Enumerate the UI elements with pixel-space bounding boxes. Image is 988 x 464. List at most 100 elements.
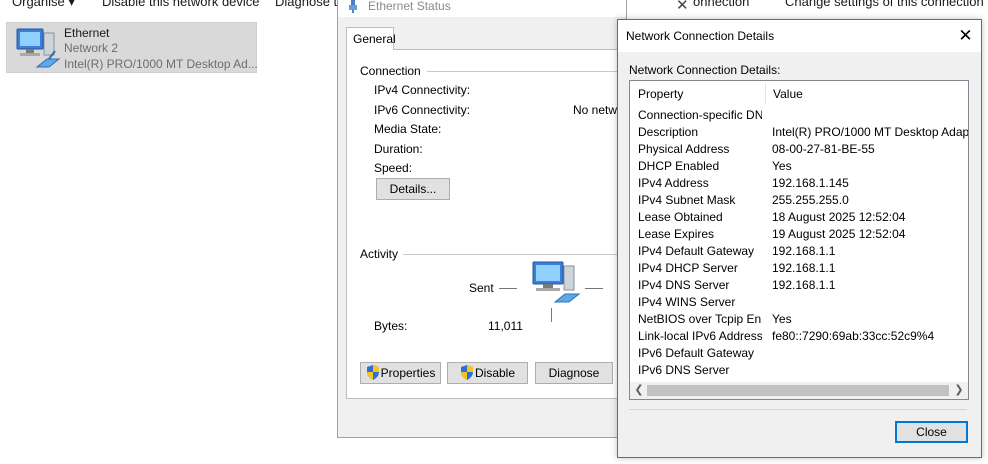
group-divider [427, 71, 627, 72]
property-cell: IPv4 DHCP Server [638, 261, 738, 275]
column-header-value[interactable]: Value [773, 87, 803, 101]
ipv6-connectivity-label: IPv6 Connectivity: [374, 103, 471, 117]
disable-label: Disable [474, 366, 516, 380]
media-state-label: Media State: [374, 122, 442, 136]
value-cell: 192.168.1.145 [772, 176, 849, 190]
property-cell: DHCP Enabled [638, 159, 720, 173]
property-cell: IPv4 Subnet Mask [638, 193, 736, 207]
connection-network: Network 2 [64, 41, 119, 55]
network-plug-icon [349, 0, 357, 13]
rename-connection-button[interactable]: onnection [693, 0, 749, 9]
network-connection-details-dialog: Network Connection Details ✕ Network Con… [617, 19, 982, 458]
speed-label: Speed: [374, 161, 413, 175]
ethernet-connection-item[interactable]: Ethernet Network 2 Intel(R) PRO/1000 MT … [6, 22, 258, 73]
diagnose-button[interactable]: Diagnose [535, 362, 613, 384]
column-header-property[interactable]: Property [638, 87, 683, 101]
property-cell: IPv4 Address [638, 176, 709, 190]
bytes-sent-value: 11,011 [488, 319, 523, 333]
value-cell: Yes [772, 159, 792, 173]
properties-button[interactable]: Properties [360, 362, 441, 384]
details-divider [629, 409, 967, 410]
activity-group-label: Activity [360, 247, 399, 261]
organise-menu[interactable]: Organise ▾ [12, 0, 75, 10]
value-cell: 255.255.255.0 [772, 193, 849, 207]
list-rows: Connection-specific DN... Description Inte… [630, 107, 968, 379]
property-cell: Description [638, 125, 699, 139]
property-cell: IPv6 DNS Server [638, 363, 730, 377]
activity-line [551, 308, 552, 322]
details-list[interactable]: Property Value Connection-specific DN...… [629, 80, 969, 400]
properties-label: Properties [380, 366, 436, 380]
list-item[interactable]: IPv4 DHCP Server 192.168.1.1 [630, 260, 968, 277]
property-cell: IPv4 Default Gateway [638, 244, 755, 258]
column-divider[interactable] [765, 83, 766, 104]
value-cell: 08-00-27-81-BE-55 [772, 142, 875, 156]
computer-activity-icon [532, 261, 581, 303]
connection-name: Ethernet [64, 26, 110, 40]
group-divider [403, 254, 627, 255]
sent-dash [499, 288, 517, 289]
diagnose-connection-button[interactable]: Diagnose th [275, 0, 344, 9]
list-item[interactable]: IPv6 DNS Server [630, 362, 968, 379]
list-item[interactable]: Connection-specific DN... [630, 107, 968, 124]
value-cell: 192.168.1.1 [772, 261, 836, 275]
list-item[interactable]: Description Intel(R) PRO/1000 MT Desktop … [630, 124, 968, 141]
close-button[interactable]: Close [895, 421, 968, 443]
chevron-right-icon[interactable]: ❯ [952, 383, 966, 398]
ethernet-status-dialog: Ethernet Status ✕ General Connection IPv… [337, 0, 689, 438]
property-cell: IPv4 DNS Server [638, 278, 730, 292]
list-item[interactable]: Link-local IPv6 Address fe80::7290:69ab:3… [630, 328, 968, 345]
property-cell: IPv6 Default Gateway [638, 346, 755, 360]
scrollbar-thumb[interactable] [647, 385, 949, 396]
close-icon[interactable]: ✕ [676, 0, 689, 14]
disable-device-button[interactable]: Disable this network device [102, 0, 260, 9]
change-settings-button[interactable]: Change settings of this connection [785, 0, 984, 9]
value-cell: 192.168.1.1 [772, 278, 836, 292]
details-title: Network Connection Details [626, 29, 775, 43]
property-cell: Link-local IPv6 Address [638, 329, 762, 343]
ipv4-connectivity-label: IPv4 Connectivity: [374, 83, 471, 97]
value-cell: 18 August 2025 12:52:04 [772, 210, 906, 224]
sent-label: Sent [469, 281, 494, 295]
value-cell: 19 August 2025 12:52:04 [772, 227, 906, 241]
value-cell: fe80::7290:69ab:33cc:52c9%4 [772, 329, 935, 343]
bytes-label: Bytes: [374, 319, 408, 333]
property-cell: IPv4 WINS Server [638, 295, 736, 309]
chevron-left-icon[interactable]: ❮ [632, 383, 646, 398]
list-item[interactable]: IPv4 WINS Server [630, 294, 968, 311]
list-item[interactable]: Lease Obtained 18 August 2025 12:52:04 [630, 209, 968, 226]
general-tab-panel: Connection IPv4 Connectivity: IPv6 Conne… [346, 49, 627, 399]
property-cell: Lease Expires [638, 227, 715, 241]
list-item[interactable]: IPv4 Default Gateway 192.168.1.1 [630, 243, 968, 260]
list-header: Property Value [630, 81, 968, 106]
close-icon[interactable]: ✕ [949, 20, 982, 52]
property-cell: Lease Obtained [638, 210, 723, 224]
list-item[interactable]: Lease Expires 19 August 2025 12:52:04 [630, 226, 968, 243]
details-button[interactable]: Details... [376, 178, 450, 200]
value-cell: Yes [772, 312, 792, 326]
duration-label: Duration: [374, 142, 423, 156]
list-item[interactable]: IPv4 Address 192.168.1.145 [630, 175, 968, 192]
tab-general[interactable]: General [346, 27, 396, 50]
uac-shield-icon [366, 365, 379, 380]
property-cell: NetBIOS over Tcpip En... [638, 312, 762, 326]
connection-group-label: Connection [360, 64, 421, 78]
status-titlebar[interactable]: Ethernet Status ✕ [338, 0, 689, 17]
connection-adapter: Intel(R) PRO/1000 MT Desktop Ad... [64, 57, 258, 71]
list-item[interactable]: IPv6 Default Gateway [630, 345, 968, 362]
value-cell: Intel(R) PRO/1000 MT Desktop Adapter [772, 125, 969, 139]
status-title: Ethernet Status [368, 0, 451, 13]
disable-button[interactable]: Disable [447, 362, 528, 384]
details-titlebar[interactable]: Network Connection Details ✕ [618, 20, 981, 52]
list-item[interactable]: DHCP Enabled Yes [630, 158, 968, 175]
tab-strip: General [344, 25, 622, 50]
horizontal-scrollbar[interactable]: ❮ ❯ [630, 382, 968, 399]
details-caption: Network Connection Details: [629, 63, 781, 77]
value-cell: 192.168.1.1 [772, 244, 836, 258]
list-item[interactable]: Physical Address 08-00-27-81-BE-55 [630, 141, 968, 158]
list-item[interactable]: NetBIOS over Tcpip En... Yes [630, 311, 968, 328]
list-item[interactable]: IPv4 DNS Server 192.168.1.1 [630, 277, 968, 294]
network-adapter-icon [16, 28, 61, 68]
list-item[interactable]: IPv4 Subnet Mask 255.255.255.0 [630, 192, 968, 209]
uac-shield-icon [460, 365, 473, 380]
